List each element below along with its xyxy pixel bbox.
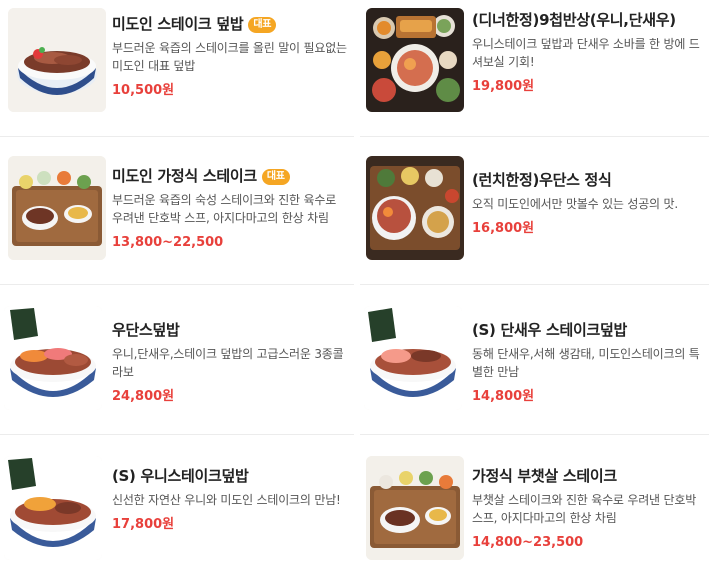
menu-item-card[interactable]: 가정식 부챗살 스테이크 부챗살 스테이크와 진한 육수로 우려낸 단호박 스프…: [360, 446, 709, 573]
signature-badge: 대표: [261, 169, 290, 185]
menu-item-info: (디너한정)9첩반상(우니,단새우) 우니스테이크 덮밥과 단새우 소바를 한 …: [472, 10, 709, 95]
menu-item-title: 미도인 스테이크 덮밥 대표: [112, 14, 350, 34]
menu-item-description: 오직 미도인에서만 맛볼수 있는 성공의 맛.: [472, 197, 678, 211]
menu-item-description: 우니,단새우,스테이크 덮밥의 고급스러운 3종콜라보: [112, 347, 344, 379]
menu-item-title: 미도인 가정식 스테이크 대표: [112, 166, 350, 186]
menu-item-title: (디너한정)9첩반상(우니,단새우): [472, 11, 676, 29]
menu-item-card[interactable]: 미도인 가정식 스테이크 대표 부드러운 육즙의 숙성 스테이크와 진한 육수로 …: [0, 148, 354, 288]
menu-item-info: (S) 우니스테이크덮밥 신선한 자연산 우니와 미도인 스테이크의 만남! 1…: [112, 466, 350, 533]
menu-item-info: (S) 단새우 스테이크덮밥 동해 단새우,서해 생감태, 미도인스테이크의 특…: [472, 320, 709, 405]
menu-item-info: 우단스덮밥 우니,단새우,스테이크 덮밥의 고급스러운 3종콜라보 24,800…: [112, 320, 350, 405]
menu-item-photo: [8, 156, 106, 260]
menu-item-price: 16,800원: [472, 221, 535, 236]
menu-item-description: 우니스테이크 덮밥과 단새우 소바를 한 방에 드셔보실 기회!: [472, 37, 700, 69]
menu-item-photo: [366, 456, 464, 560]
menu-item-description: 신선한 자연산 우니와 미도인 스테이크의 만남!: [112, 493, 341, 507]
menu-item-photo: [366, 8, 464, 112]
menu-item-info: 미도인 가정식 스테이크 대표 부드러운 육즙의 숙성 스테이크와 진한 육수로 …: [112, 166, 350, 251]
menu-item-card[interactable]: 우단스덮밥 우니,단새우,스테이크 덮밥의 고급스러운 3종콜라보 24,800…: [0, 296, 354, 436]
menu-item-card[interactable]: (런치한정)우단스 정식 오직 미도인에서만 맛볼수 있는 성공의 맛. 16,…: [360, 148, 709, 288]
menu-item-card[interactable]: (S) 단새우 스테이크덮밥 동해 단새우,서해 생감태, 미도인스테이크의 특…: [360, 296, 709, 436]
menu-item-card[interactable]: 미도인 스테이크 덮밥 대표 부드러운 육즙의 스테이크를 올린 말이 필요없는 …: [0, 0, 354, 140]
menu-item-price: 10,500원: [112, 83, 175, 98]
menu-item-card[interactable]: (디너한정)9첩반상(우니,단새우) 우니스테이크 덮밥과 단새우 소바를 한 …: [360, 0, 709, 140]
menu-item-title: (런치한정)우단스 정식: [472, 171, 612, 189]
menu-item-description: 부드러운 육즙의 숙성 스테이크와 진한 육수로 우려낸 단호박 스프, 아지다…: [112, 193, 337, 225]
menu-grid: 미도인 스테이크 덮밥 대표 부드러운 육즙의 스테이크를 올린 말이 필요없는 …: [0, 0, 709, 573]
menu-item-photo: [4, 306, 102, 410]
menu-item-photo: [4, 456, 102, 560]
menu-item-price: 17,800원: [112, 517, 175, 532]
menu-item-info: 미도인 스테이크 덮밥 대표 부드러운 육즙의 스테이크를 올린 말이 필요없는 …: [112, 14, 350, 99]
menu-item-description: 부드러운 육즙의 스테이크를 올린 말이 필요없는 미도인 대표 덮밥: [112, 41, 347, 73]
menu-item-description: 부챗살 스테이크와 진한 육수로 우려낸 단호박 스프, 아지다마고의 한상 차…: [472, 493, 697, 525]
menu-item-price: 14,800원: [472, 389, 535, 404]
menu-item-description: 동해 단새우,서해 생감태, 미도인스테이크의 특별한 만남: [472, 347, 700, 379]
signature-badge: 대표: [248, 17, 277, 33]
menu-item-price: 13,800~22,500: [112, 235, 224, 250]
menu-item-title: 가정식 부챗살 스테이크: [472, 467, 617, 485]
menu-item-price: 19,800원: [472, 79, 535, 94]
menu-item-photo: [364, 306, 462, 410]
menu-item-card[interactable]: (S) 우니스테이크덮밥 신선한 자연산 우니와 미도인 스테이크의 만남! 1…: [0, 446, 354, 573]
menu-item-title: (S) 우니스테이크덮밥: [112, 467, 249, 485]
menu-item-info: 가정식 부챗살 스테이크 부챗살 스테이크와 진한 육수로 우려낸 단호박 스프…: [472, 466, 709, 551]
menu-item-title: (S) 단새우 스테이크덮밥: [472, 321, 627, 339]
menu-item-title: 우단스덮밥: [112, 321, 180, 339]
menu-item-price: 14,800~23,500: [472, 535, 584, 550]
menu-item-price: 24,800원: [112, 389, 175, 404]
menu-item-photo: [8, 8, 106, 112]
menu-item-info: (런치한정)우단스 정식 오직 미도인에서만 맛볼수 있는 성공의 맛. 16,…: [472, 170, 709, 237]
menu-item-photo: [366, 156, 464, 260]
